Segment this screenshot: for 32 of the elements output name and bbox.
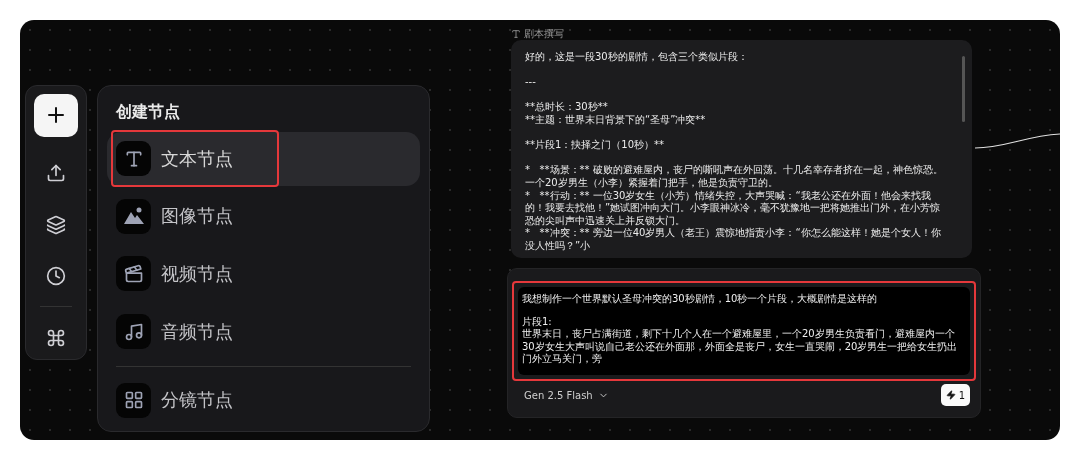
prompt-field[interactable]: 我想制作一个世界默认圣母冲突的30秒剧情，10秒一个片段，大概剧情是这样的 片段1: 世界末日，丧尸占满街道，剩下十几个人在一个避难屋里，一个20岁男生负责看门，避难屋内一个30岁女生大声叫说自己老公还在外面那，外面全是丧尸，女生一直哭闹，20岁男生一把给女生扔出门外立马关门，旁 <box>518 287 970 375</box>
text-icon <box>511 28 521 39</box>
lightning-icon <box>945 390 956 400</box>
menu-item[interactable]: 视频节点 <box>107 247 420 301</box>
script-paragraph: 好的，这是一段30秒的剧情，包含三个类似片段： <box>525 51 749 64</box>
layers-icon <box>46 214 66 235</box>
script-paragraph: **片段1：抉择之门（10秒）** <box>525 139 666 152</box>
menu-item[interactable]: 音频节点 <box>107 304 420 359</box>
menu-item-label: 视频节点 <box>161 262 233 286</box>
script-paragraph: --- <box>525 76 537 89</box>
mountain-icon <box>123 207 144 226</box>
add-button[interactable] <box>34 94 78 137</box>
script-paragraph: **总时长：30秒** **主题：世界末日背景下的“圣母”冲突** <box>525 101 707 127</box>
menu-item-label: 文本节点 <box>161 146 233 171</box>
menu-item[interactable]: 分镜节点 <box>107 373 420 427</box>
clapperboard-icon <box>123 264 144 284</box>
node-title: 剧本撰写 <box>524 26 564 41</box>
menu-title: 创建节点 <box>115 102 181 123</box>
generate-button[interactable]: 1 <box>940 384 970 406</box>
clock-icon <box>46 266 66 287</box>
upload-icon <box>46 162 66 183</box>
music-note-icon <box>123 321 144 342</box>
command-icon <box>46 327 66 348</box>
menu-item[interactable]: 文本节点 <box>107 132 420 186</box>
menu-item-label: 分镜节点 <box>161 388 233 413</box>
menu-item[interactable]: 图像节点 <box>107 189 420 244</box>
scrollbar-thumb[interactable] <box>962 56 965 122</box>
grid-icon <box>123 390 144 411</box>
script-paragraph: * **场景：** 破败的避难屋内，丧尸的嘶吼声在外回荡。十几名幸存者挤在一起，神色惊恐。一个20岁男生（小李）紧握着门把手，他是负责守卫的。 * **行动：** 一位30岁女生（小芳）情绪失控，大声哭喊：“我老公还在外面！他会来找我的！我要去找他！”她试图冲向大门。小李眼神冰冷，毫不犹豫地一把将她推出门外，在小芳惊恐的尖叫声中迅速关上并反锁大门。 * **冲突：** 旁边一位40岁男人（老王）震惊地指责小李：“你怎么能这样！她是个女人！你没人性吗？”小 <box>525 164 944 253</box>
menu-item-label: 图像节点 <box>161 204 233 229</box>
menu-item-label: 音频节点 <box>161 319 233 344</box>
model-dropdown[interactable]: Gen 2.5 Flash <box>524 389 609 401</box>
